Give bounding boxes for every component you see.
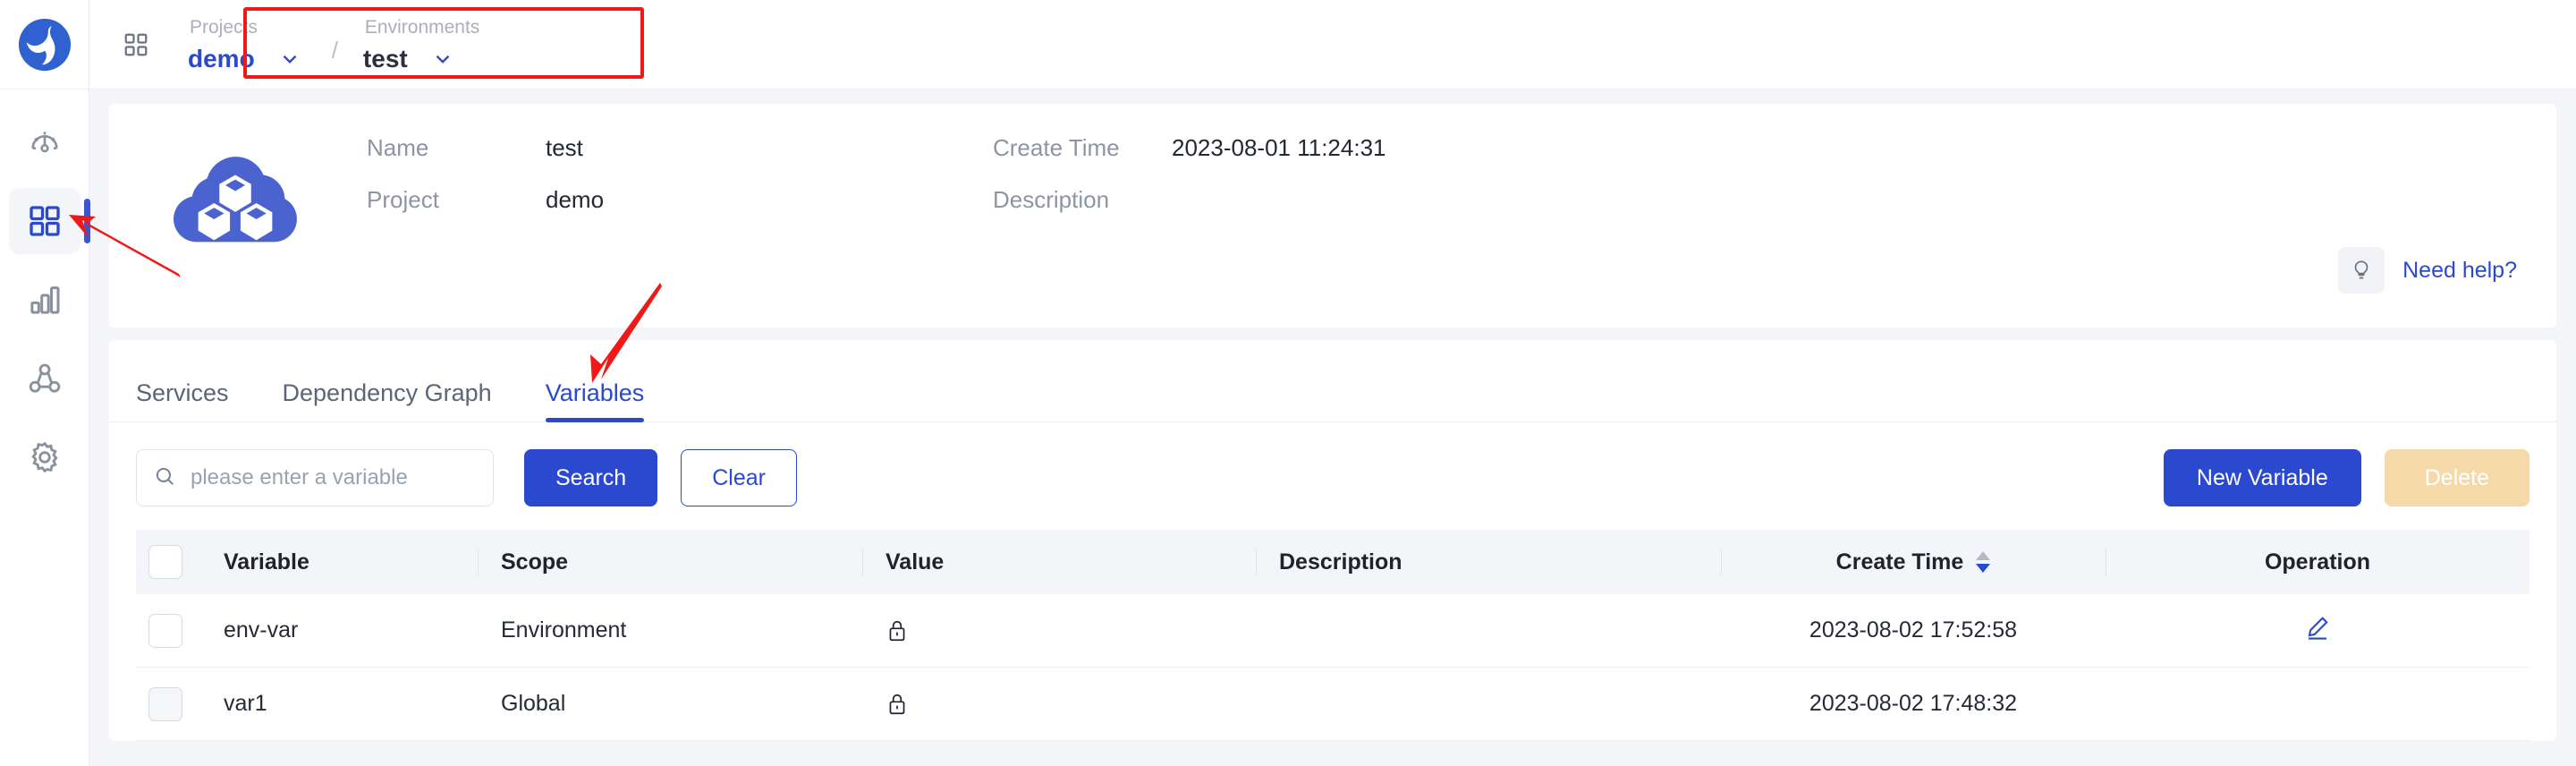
- tab-dependency-graph-label: Dependency Graph: [282, 379, 492, 406]
- cell-scope: Environment: [501, 617, 627, 643]
- main-column: Projects demo / Environments test Name t…: [89, 0, 2576, 766]
- clear-button[interactable]: Clear: [681, 449, 797, 506]
- column-header-scope[interactable]: Scope: [478, 549, 862, 575]
- gauge-icon: [30, 132, 58, 153]
- tab-dependency-graph[interactable]: Dependency Graph: [283, 381, 492, 421]
- sidebar-item-resources[interactable]: [9, 267, 80, 333]
- sort-ascending-icon: [1976, 551, 1991, 560]
- new-variable-button[interactable]: New Variable: [2163, 449, 2361, 506]
- delete-button: Delete: [2384, 449, 2529, 506]
- field-name: Name test: [367, 134, 993, 186]
- environment-avatar: [159, 134, 311, 263]
- lock-icon: [886, 692, 909, 717]
- variables-table: Variable Scope Value Description Create …: [109, 530, 2556, 741]
- grid-icon: [29, 206, 60, 236]
- breadcrumb: Projects demo / Environments test: [188, 8, 479, 81]
- field-project-value: demo: [546, 186, 605, 213]
- project-selector-value: demo: [188, 44, 255, 72]
- field-name-value: test: [546, 134, 583, 161]
- topology-icon: [29, 363, 60, 393]
- app-root: Projects demo / Environments test Name t…: [0, 0, 2576, 766]
- cell-operation: [2106, 614, 2529, 647]
- apps-menu-button[interactable]: [111, 31, 161, 58]
- project-selector-label: Projects: [190, 16, 258, 38]
- tab-services-label: Services: [136, 379, 229, 406]
- row-checkbox[interactable]: [148, 686, 182, 721]
- field-description: Description: [993, 186, 1386, 238]
- environment-selector-label: Environments: [364, 16, 480, 38]
- column-header-variable[interactable]: Variable: [200, 549, 478, 575]
- column-header-description[interactable]: Description: [1256, 549, 1721, 575]
- row-checkbox-cell: [136, 613, 200, 648]
- environment-selector[interactable]: Environments test: [363, 8, 479, 81]
- field-description-label: Description: [993, 186, 1110, 213]
- sidebar-item-datasource[interactable]: [9, 345, 80, 412]
- search-icon: [153, 464, 176, 492]
- edit-pencil-icon[interactable]: [2304, 614, 2331, 647]
- search-button[interactable]: Search: [524, 449, 658, 506]
- topbar: Projects demo / Environments test: [89, 0, 2576, 89]
- tab-services[interactable]: Services: [136, 381, 229, 421]
- field-create-time-label: Create Time: [993, 134, 1120, 161]
- table-row[interactable]: var1 Global 2023-08-02 17:48:32: [136, 668, 2529, 741]
- environment-fields: Name test Project demo Create Time 2023-…: [311, 134, 2517, 263]
- select-all-checkbox[interactable]: [148, 545, 182, 579]
- project-selector[interactable]: Projects demo: [188, 8, 301, 81]
- sort-toggle-icon[interactable]: [1976, 551, 1991, 573]
- sidebar-nav: [0, 89, 90, 503]
- table-row[interactable]: env-var Environment 2023-08-02 17:52:58: [136, 594, 2529, 668]
- sidebar-item-settings[interactable]: [9, 424, 80, 490]
- cell-create-time: 2023-08-02 17:48:32: [1809, 691, 2018, 716]
- column-header-value[interactable]: Value: [862, 549, 1256, 575]
- tab-bar: Services Dependency Graph Variables: [109, 340, 2556, 422]
- sidebar-item-dashboard[interactable]: [9, 109, 80, 175]
- table-header-row: Variable Scope Value Description Create …: [136, 530, 2529, 594]
- field-project: Project demo: [367, 186, 993, 238]
- sidebar-item-projects[interactable]: [8, 188, 90, 254]
- cell-value: [862, 618, 1256, 643]
- dolphinscheduler-logo-icon: [18, 18, 71, 71]
- variables-panel: Services Dependency Graph Variables plea…: [109, 340, 2556, 741]
- search-input[interactable]: [191, 465, 477, 490]
- column-header-create-time[interactable]: Create Time: [1721, 549, 2106, 575]
- content-area: Name test Project demo Create Time 2023-…: [89, 89, 2576, 766]
- chevron-down-icon: [431, 47, 454, 71]
- column-header-create-time-label: Create Time: [1835, 549, 1964, 574]
- variables-toolbar: Search Clear New Variable Delete: [109, 422, 2556, 506]
- lightbulb-icon: [2338, 247, 2385, 294]
- field-name-label: Name: [367, 134, 429, 161]
- select-all-checkbox-cell: [136, 545, 200, 579]
- gear-icon: [30, 441, 58, 473]
- grid-apps-icon: [124, 33, 148, 55]
- cloud-cubes-icon: [174, 157, 297, 243]
- field-project-label: Project: [367, 186, 439, 213]
- chevron-down-icon: [278, 47, 301, 71]
- need-help-label: Need help?: [2402, 257, 2517, 283]
- breadcrumb-separator: /: [331, 37, 338, 64]
- cell-value: [862, 692, 1256, 717]
- environment-info-card: Name test Project demo Create Time 2023-…: [109, 104, 2556, 328]
- field-create-time-value: 2023-08-01 11:24:31: [1172, 134, 1386, 161]
- tab-variables[interactable]: Variables: [545, 379, 645, 422]
- field-create-time: Create Time 2023-08-01 11:24:31: [993, 134, 1386, 186]
- row-checkbox-cell: [136, 686, 200, 721]
- cell-create-time: 2023-08-02 17:52:58: [1809, 617, 2018, 643]
- sort-descending-icon: [1976, 564, 1991, 573]
- need-help-link[interactable]: Need help?: [2338, 247, 2517, 294]
- row-checkbox[interactable]: [148, 613, 182, 648]
- search-field[interactable]: [136, 449, 494, 506]
- environment-selector-value: test: [362, 44, 408, 72]
- column-header-operation: Operation: [2106, 549, 2529, 575]
- sidebar: [0, 0, 90, 766]
- cell-scope: Global: [501, 691, 566, 716]
- cell-variable: var1: [224, 691, 267, 716]
- tab-variables-label: Variables: [545, 379, 645, 406]
- cell-variable: env-var: [224, 617, 299, 643]
- app-logo[interactable]: [0, 0, 89, 89]
- bar-chart-icon: [30, 286, 59, 314]
- lock-icon: [886, 618, 909, 643]
